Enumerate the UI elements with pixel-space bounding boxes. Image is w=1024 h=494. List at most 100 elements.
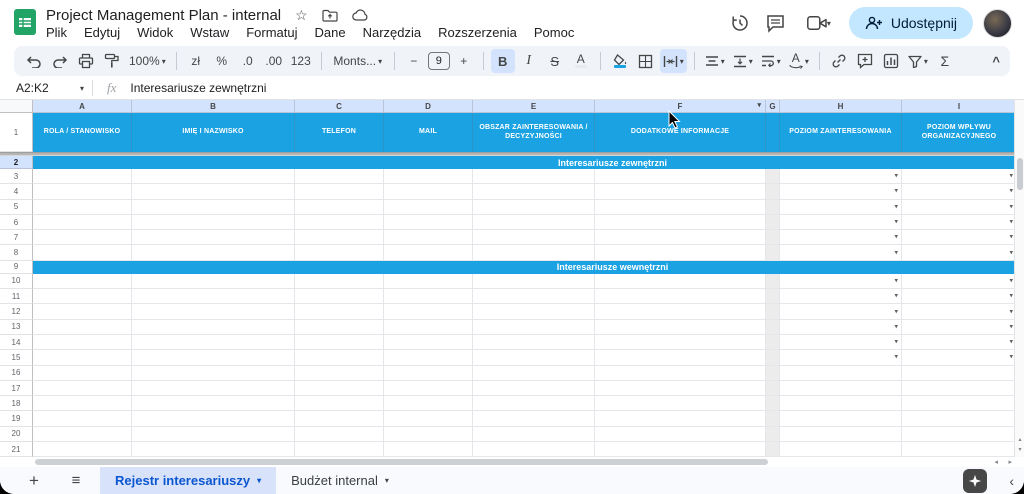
currency-format-button[interactable]: zł bbox=[184, 49, 208, 73]
header-cell-G1[interactable] bbox=[766, 113, 780, 152]
row-header-16[interactable]: 16 bbox=[0, 366, 33, 381]
cell-E21[interactable] bbox=[473, 442, 595, 457]
row-header-9[interactable]: 9 bbox=[0, 261, 33, 274]
cell-I14[interactable]: ▾ bbox=[902, 335, 1014, 350]
cell-A3[interactable] bbox=[33, 169, 132, 184]
cell-D14[interactable] bbox=[384, 335, 473, 350]
cell-A5[interactable] bbox=[33, 200, 132, 215]
cell-I7[interactable]: ▾ bbox=[902, 230, 1014, 245]
cell-E7[interactable] bbox=[473, 230, 595, 245]
undo-button[interactable] bbox=[22, 49, 46, 73]
cell-G21[interactable] bbox=[766, 442, 780, 457]
cell-F13[interactable] bbox=[595, 320, 766, 335]
cell-E5[interactable] bbox=[473, 200, 595, 215]
cell-H4[interactable]: ▾ bbox=[780, 184, 902, 199]
cell-C13[interactable] bbox=[295, 320, 384, 335]
header-cell-H1[interactable]: POZIOM ZAINTERESOWANIA bbox=[780, 113, 902, 152]
cell-G15[interactable] bbox=[766, 350, 780, 365]
cell-D20[interactable] bbox=[384, 427, 473, 442]
cell-C16[interactable] bbox=[295, 366, 384, 381]
all-sheets-button[interactable]: ≡ bbox=[64, 472, 88, 489]
cell-A6[interactable] bbox=[33, 215, 132, 230]
menu-widok[interactable]: Widok bbox=[137, 25, 173, 40]
cell-dropdown-icon[interactable]: ▾ bbox=[1009, 277, 1013, 284]
cell-H11[interactable]: ▾ bbox=[780, 289, 902, 304]
cell-dropdown-icon[interactable]: ▾ bbox=[894, 323, 898, 330]
cell-A16[interactable] bbox=[33, 366, 132, 381]
scroll-down-icon[interactable]: ▾ bbox=[1015, 446, 1024, 453]
cell-F19[interactable] bbox=[595, 411, 766, 426]
cell-G13[interactable] bbox=[766, 320, 780, 335]
cell-dropdown-icon[interactable]: ▾ bbox=[894, 354, 898, 361]
cell-C14[interactable] bbox=[295, 335, 384, 350]
cell-I18[interactable] bbox=[902, 396, 1014, 411]
cell-H13[interactable]: ▾ bbox=[780, 320, 902, 335]
functions-button[interactable]: Σ bbox=[933, 49, 957, 73]
cell-E14[interactable] bbox=[473, 335, 595, 350]
row-header-14[interactable]: 14 bbox=[0, 335, 33, 350]
side-panel-collapse-icon[interactable]: ‹ bbox=[1009, 473, 1014, 489]
cell-F6[interactable] bbox=[595, 215, 766, 230]
header-cell-I1[interactable]: POZIOM WPŁYWU ORGANIZACYJNEGO bbox=[902, 113, 1014, 152]
cell-D12[interactable] bbox=[384, 304, 473, 319]
cell-F4[interactable] bbox=[595, 184, 766, 199]
cell-H5[interactable]: ▾ bbox=[780, 200, 902, 215]
cell-H14[interactable]: ▾ bbox=[780, 335, 902, 350]
zoom-select[interactable]: 100%▾ bbox=[126, 49, 169, 73]
row-header-12[interactable]: 12 bbox=[0, 304, 33, 319]
strikethrough-button[interactable]: S bbox=[543, 49, 567, 73]
row-header-11[interactable]: 11 bbox=[0, 289, 33, 304]
cell-I15[interactable]: ▾ bbox=[902, 350, 1014, 365]
cell-C7[interactable] bbox=[295, 230, 384, 245]
cell-dropdown-icon[interactable]: ▾ bbox=[894, 249, 898, 256]
cell-B19[interactable] bbox=[132, 411, 295, 426]
column-header-C[interactable]: C bbox=[295, 100, 384, 113]
cell-C8[interactable] bbox=[295, 245, 384, 260]
cell-A17[interactable] bbox=[33, 381, 132, 396]
cell-G20[interactable] bbox=[766, 427, 780, 442]
row-header-3[interactable]: 3 bbox=[0, 169, 33, 184]
row-header-19[interactable]: 19 bbox=[0, 411, 33, 426]
cell-F17[interactable] bbox=[595, 381, 766, 396]
insert-chart-button[interactable] bbox=[879, 49, 903, 73]
row-header-8[interactable]: 8 bbox=[0, 245, 33, 260]
cell-dropdown-icon[interactable]: ▾ bbox=[894, 188, 898, 195]
cell-C15[interactable] bbox=[295, 350, 384, 365]
cell-B4[interactable] bbox=[132, 184, 295, 199]
cell-G11[interactable] bbox=[766, 289, 780, 304]
cell-H21[interactable] bbox=[780, 442, 902, 457]
move-folder-icon[interactable] bbox=[322, 9, 338, 22]
cell-A11[interactable] bbox=[33, 289, 132, 304]
cell-dropdown-icon[interactable]: ▾ bbox=[894, 219, 898, 226]
formula-input[interactable]: Interesariusze zewnętrzni bbox=[130, 81, 266, 95]
row-header-6[interactable]: 6 bbox=[0, 215, 33, 230]
cell-C12[interactable] bbox=[295, 304, 384, 319]
cell-D8[interactable] bbox=[384, 245, 473, 260]
cell-A15[interactable] bbox=[33, 350, 132, 365]
column-header-E[interactable]: E bbox=[473, 100, 595, 113]
cell-I17[interactable] bbox=[902, 381, 1014, 396]
increase-font-size-button[interactable]: + bbox=[452, 49, 476, 73]
cell-D4[interactable] bbox=[384, 184, 473, 199]
cell-I10[interactable]: ▾ bbox=[902, 274, 1014, 289]
cell-G4[interactable] bbox=[766, 184, 780, 199]
cell-D21[interactable] bbox=[384, 442, 473, 457]
cell-G16[interactable] bbox=[766, 366, 780, 381]
cell-I5[interactable]: ▾ bbox=[902, 200, 1014, 215]
cell-dropdown-icon[interactable]: ▾ bbox=[894, 277, 898, 284]
cell-E3[interactable] bbox=[473, 169, 595, 184]
cell-D17[interactable] bbox=[384, 381, 473, 396]
account-avatar[interactable] bbox=[983, 9, 1012, 38]
cell-F14[interactable] bbox=[595, 335, 766, 350]
cell-H17[interactable] bbox=[780, 381, 902, 396]
column-header-H[interactable]: H bbox=[780, 100, 902, 113]
cell-B7[interactable] bbox=[132, 230, 295, 245]
document-title[interactable]: Project Management Plan - internal bbox=[46, 7, 281, 24]
section-banner-row-2[interactable]: Interesariusze zewnętrzni bbox=[33, 156, 1014, 169]
cell-D19[interactable] bbox=[384, 411, 473, 426]
row-header-4[interactable]: 4 bbox=[0, 184, 33, 199]
cell-B16[interactable] bbox=[132, 366, 295, 381]
cell-dropdown-icon[interactable]: ▾ bbox=[1009, 188, 1013, 195]
scroll-right-icon[interactable]: ▸ bbox=[1008, 458, 1012, 466]
cell-dropdown-icon[interactable]: ▾ bbox=[1009, 219, 1013, 226]
